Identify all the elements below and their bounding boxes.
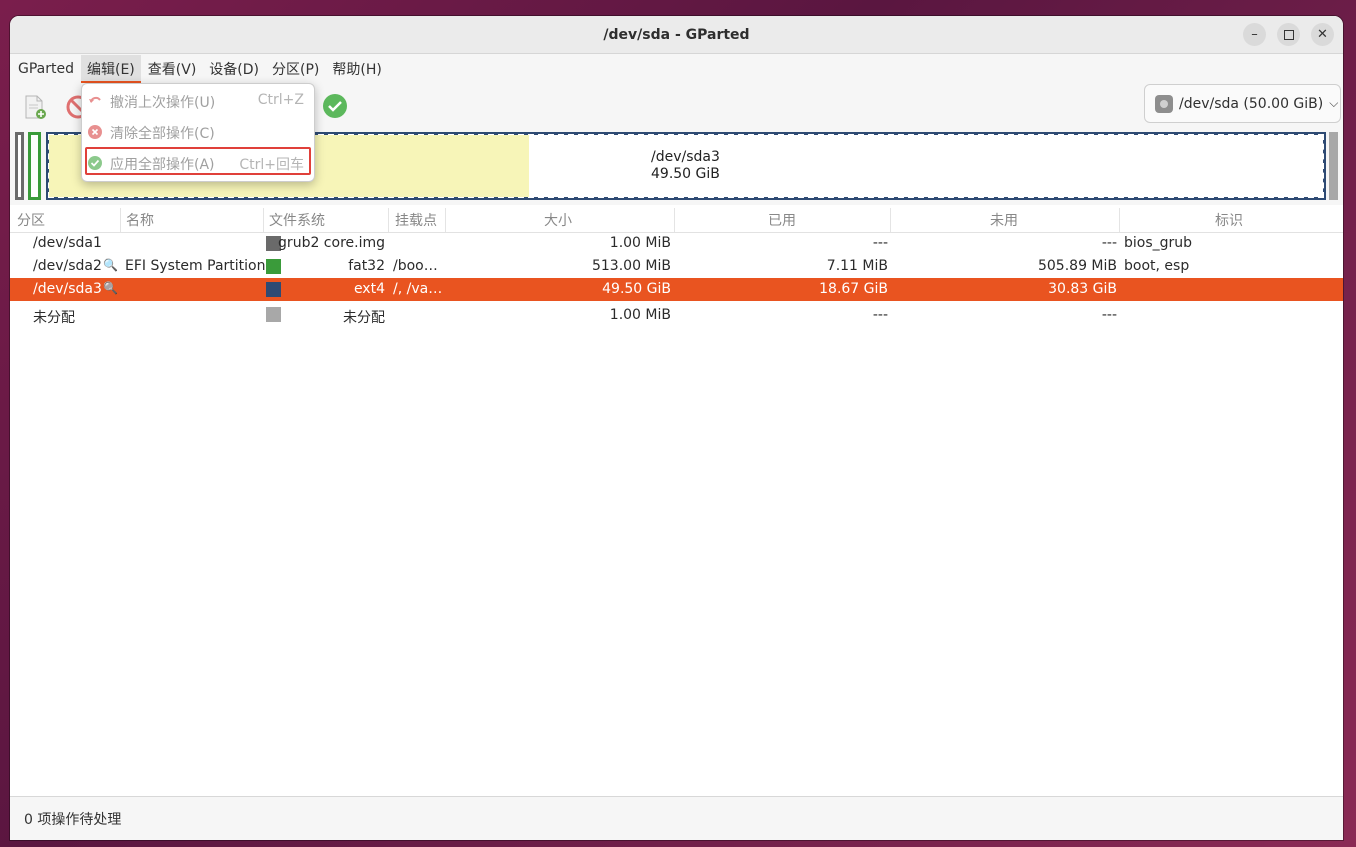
- disk-map-sda2[interactable]: [28, 132, 41, 200]
- row-filesystem: 未分配: [343, 310, 385, 326]
- sda3-map-name: /dev/sda3: [651, 149, 720, 165]
- title-bar: /dev/sda - GParted – ✕: [10, 16, 1343, 54]
- partition-list-header: 分区 名称 文件系统 挂载点 大小 已用 未用 标识: [10, 208, 1343, 233]
- table-row[interactable]: /dev/sda3 🔍 ext4 /, /va… 49.50 GiB 18.67…: [10, 278, 1343, 301]
- column-flags[interactable]: 标识: [1215, 210, 1243, 230]
- row-mountpoint: /boo…: [393, 258, 438, 274]
- row-used: ---: [872, 307, 888, 323]
- row-mountpoint: /, /va…: [393, 281, 443, 297]
- menu-item-label: 清除全部操作(C): [110, 126, 215, 142]
- row-unused: ---: [1101, 307, 1117, 323]
- column-size[interactable]: 大小: [544, 210, 572, 230]
- column-used[interactable]: 已用: [768, 210, 796, 230]
- row-partition: /dev/sda1: [33, 235, 102, 251]
- table-row[interactable]: 未分配 未分配 1.00 MiB --- ---: [10, 304, 1343, 327]
- row-partition: /dev/sda2: [33, 258, 102, 274]
- row-unused: 30.83 GiB: [1048, 281, 1117, 297]
- column-filesystem[interactable]: 文件系统: [269, 210, 325, 230]
- chevron-down-icon: ⌵: [1329, 96, 1339, 110]
- menu-item-clear-all[interactable]: 清除全部操作(C): [82, 117, 314, 147]
- menu-edit[interactable]: 编辑(E): [81, 55, 141, 83]
- column-mountpoint[interactable]: 挂载点: [395, 210, 437, 230]
- row-size: 49.50 GiB: [602, 281, 671, 297]
- row-size: 1.00 MiB: [609, 307, 671, 323]
- menu-view[interactable]: 查看(V): [142, 55, 203, 83]
- maximize-button[interactable]: [1277, 23, 1300, 46]
- row-unused: ---: [1101, 235, 1117, 251]
- menu-gparted[interactable]: GParted: [12, 57, 80, 81]
- row-name: EFI System Partition: [125, 258, 266, 274]
- row-size: 513.00 MiB: [591, 258, 671, 274]
- window-title: /dev/sda - GParted: [603, 26, 750, 43]
- row-filesystem: grub2 core.img: [278, 235, 385, 251]
- column-partition[interactable]: 分区: [17, 210, 45, 230]
- row-unused: 505.89 MiB: [1037, 258, 1117, 274]
- row-partition: /dev/sda3: [33, 281, 102, 297]
- row-used: 18.67 GiB: [819, 281, 888, 297]
- menu-item-accel: Ctrl+Z: [257, 92, 304, 108]
- key-icon: 🔍: [103, 281, 118, 295]
- row-flags: boot, esp: [1124, 258, 1190, 274]
- menu-partition[interactable]: 分区(P): [266, 55, 325, 83]
- disk-map-sda1[interactable]: [15, 132, 24, 200]
- row-filesystem: ext4: [353, 281, 385, 297]
- apply-all-highlight-box: [85, 147, 311, 175]
- column-name[interactable]: 名称: [126, 210, 154, 230]
- pending-operations-text: 0 项操作待处理: [24, 811, 122, 828]
- fs-color-swatch: [266, 282, 281, 297]
- apply-all-button[interactable]: [322, 93, 348, 119]
- menu-item-undo[interactable]: 撤消上次操作(U) Ctrl+Z: [82, 86, 314, 116]
- minimize-icon: –: [1251, 27, 1258, 42]
- device-selector-label: /dev/sda (50.00 GiB): [1179, 95, 1324, 112]
- fs-color-swatch: [266, 307, 281, 322]
- disk-map-unallocated[interactable]: [1329, 132, 1338, 200]
- clear-icon: [88, 125, 102, 139]
- device-selector[interactable]: /dev/sda (50.00 GiB) ⌵: [1144, 84, 1341, 123]
- row-partition: 未分配: [33, 310, 75, 326]
- row-filesystem: fat32: [348, 258, 385, 274]
- close-button[interactable]: ✕: [1311, 23, 1334, 46]
- menu-bar: GParted 编辑(E) 查看(V) 设备(D) 分区(P) 帮助(H): [10, 54, 1343, 84]
- row-used: ---: [872, 235, 888, 251]
- new-partition-button[interactable]: [22, 94, 48, 120]
- undo-icon: [89, 96, 101, 103]
- minimize-button[interactable]: –: [1243, 23, 1266, 46]
- maximize-icon: [1283, 29, 1294, 40]
- row-flags: bios_grub: [1124, 235, 1193, 251]
- sda3-map-size: 49.50 GiB: [651, 166, 720, 182]
- menu-item-label: 撤消上次操作(U): [110, 95, 216, 111]
- key-icon: 🔍: [103, 258, 118, 272]
- menu-help[interactable]: 帮助(H): [326, 55, 387, 83]
- row-used: 7.11 MiB: [826, 258, 888, 274]
- new-partition-icon: [25, 95, 46, 119]
- table-row[interactable]: /dev/sda2 🔍 EFI System Partition fat32 /…: [10, 255, 1343, 278]
- fs-color-swatch: [266, 259, 281, 274]
- harddisk-icon: [1155, 94, 1173, 113]
- column-unused[interactable]: 未用: [990, 210, 1018, 230]
- row-size: 1.00 MiB: [609, 235, 671, 251]
- status-bar: 0 项操作待处理: [10, 796, 1343, 840]
- menu-device[interactable]: 设备(D): [203, 55, 265, 83]
- edit-menu-dropdown: 撤消上次操作(U) Ctrl+Z 清除全部操作(C) 应用全部操作(A) Ctr…: [81, 83, 315, 182]
- close-icon: ✕: [1317, 27, 1328, 42]
- check-icon: [323, 94, 347, 118]
- gparted-window: /dev/sda - GParted – ✕ GParted 编辑(E) 查看(…: [10, 16, 1343, 840]
- table-row[interactable]: /dev/sda1 grub2 core.img 1.00 MiB --- --…: [10, 232, 1343, 255]
